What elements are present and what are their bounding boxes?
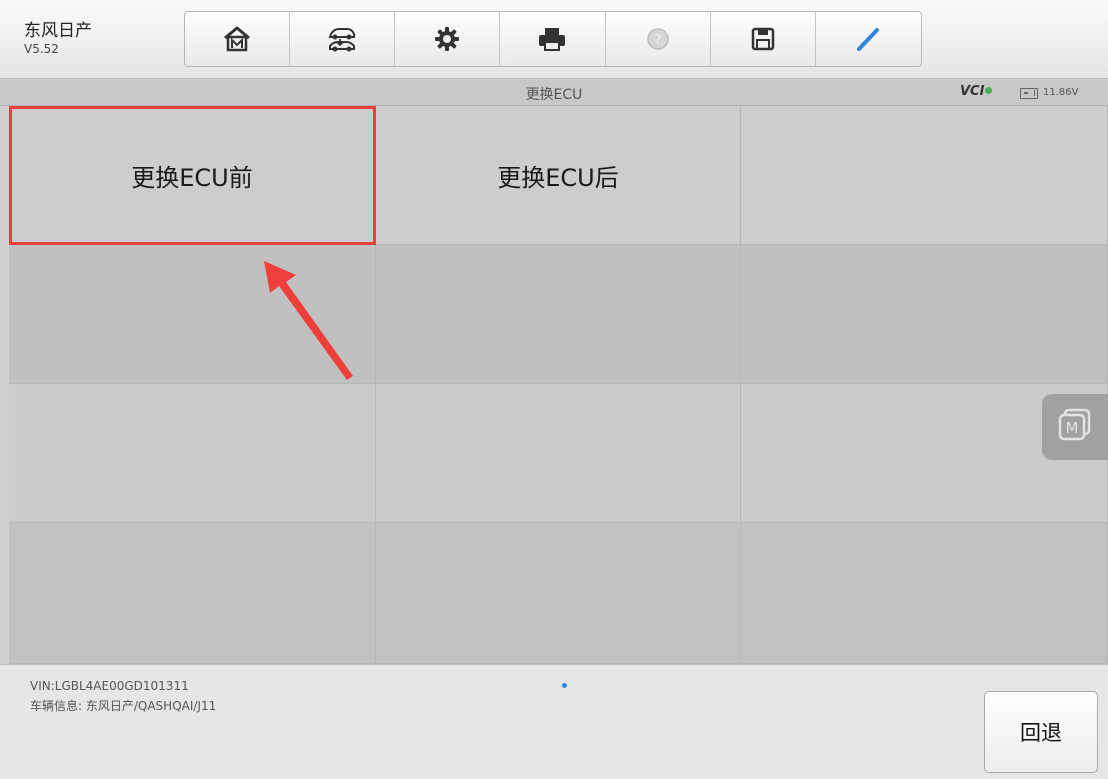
vci-label: VCI xyxy=(960,84,985,99)
annotation-arrow-icon xyxy=(264,261,353,380)
edit-button[interactable] xyxy=(816,12,921,66)
m-icon: M xyxy=(1057,408,1093,446)
page-title: 更换ECU xyxy=(525,87,583,103)
help-icon: ? xyxy=(645,26,671,52)
grid-item-empty xyxy=(376,384,741,523)
vin-label: VIN:LGBL4AE00GD101311 xyxy=(30,679,189,693)
back-button[interactable]: 回退 xyxy=(984,691,1098,773)
battery-icon xyxy=(1020,88,1038,99)
gear-icon xyxy=(434,26,460,52)
grid-item-empty xyxy=(376,523,741,664)
battery-voltage: 11.86V xyxy=(1043,87,1079,98)
app-version: V5.52 xyxy=(24,42,59,56)
sub-title-bar: 更换ECU VCI 11.86V xyxy=(0,80,1108,106)
floating-menu-button[interactable]: M xyxy=(1042,394,1108,460)
page-indicator xyxy=(562,683,567,688)
app-title: 东风日产 xyxy=(24,21,92,41)
grid-item-empty xyxy=(741,523,1108,664)
svg-text:?: ? xyxy=(654,33,661,48)
grid-item-empty xyxy=(741,245,1108,384)
grid-item-empty xyxy=(741,106,1108,245)
grid-item-empty xyxy=(376,245,741,384)
top-toolbar: 东风日产 V5.52 ? xyxy=(0,0,1108,79)
save-icon xyxy=(750,26,776,52)
save-button[interactable] xyxy=(711,12,816,66)
grid-item-empty xyxy=(9,384,376,523)
home-m-icon xyxy=(222,26,252,52)
vehicle-info-label: 车辆信息: 东风日产/QASHQAI/J11 xyxy=(30,699,217,713)
toolbar-buttons: ? xyxy=(184,11,922,67)
help-button[interactable]: ? xyxy=(606,12,711,66)
footer: VIN:LGBL4AE00GD101311 车辆信息: 东风日产/QASHQAI… xyxy=(0,664,1108,779)
vci-connected-icon xyxy=(985,87,993,94)
pen-icon xyxy=(853,26,883,52)
vci-status: VCI xyxy=(960,84,993,99)
grid-item-after-ecu-replacement[interactable]: 更换ECU后 xyxy=(376,106,741,245)
settings-button[interactable] xyxy=(395,12,501,66)
grid-item-empty xyxy=(9,523,376,664)
svg-text:M: M xyxy=(1066,419,1079,437)
grid-item-before-ecu-replacement[interactable]: 更换ECU前 xyxy=(9,106,376,245)
printer-icon xyxy=(537,26,567,52)
function-grid: 更换ECU前 更换ECU后 xyxy=(9,106,1108,664)
print-button[interactable] xyxy=(500,12,606,66)
vehicle-swap-button[interactable] xyxy=(290,12,396,66)
vehicle-swap-icon xyxy=(325,25,359,53)
home-button[interactable] xyxy=(185,12,291,66)
